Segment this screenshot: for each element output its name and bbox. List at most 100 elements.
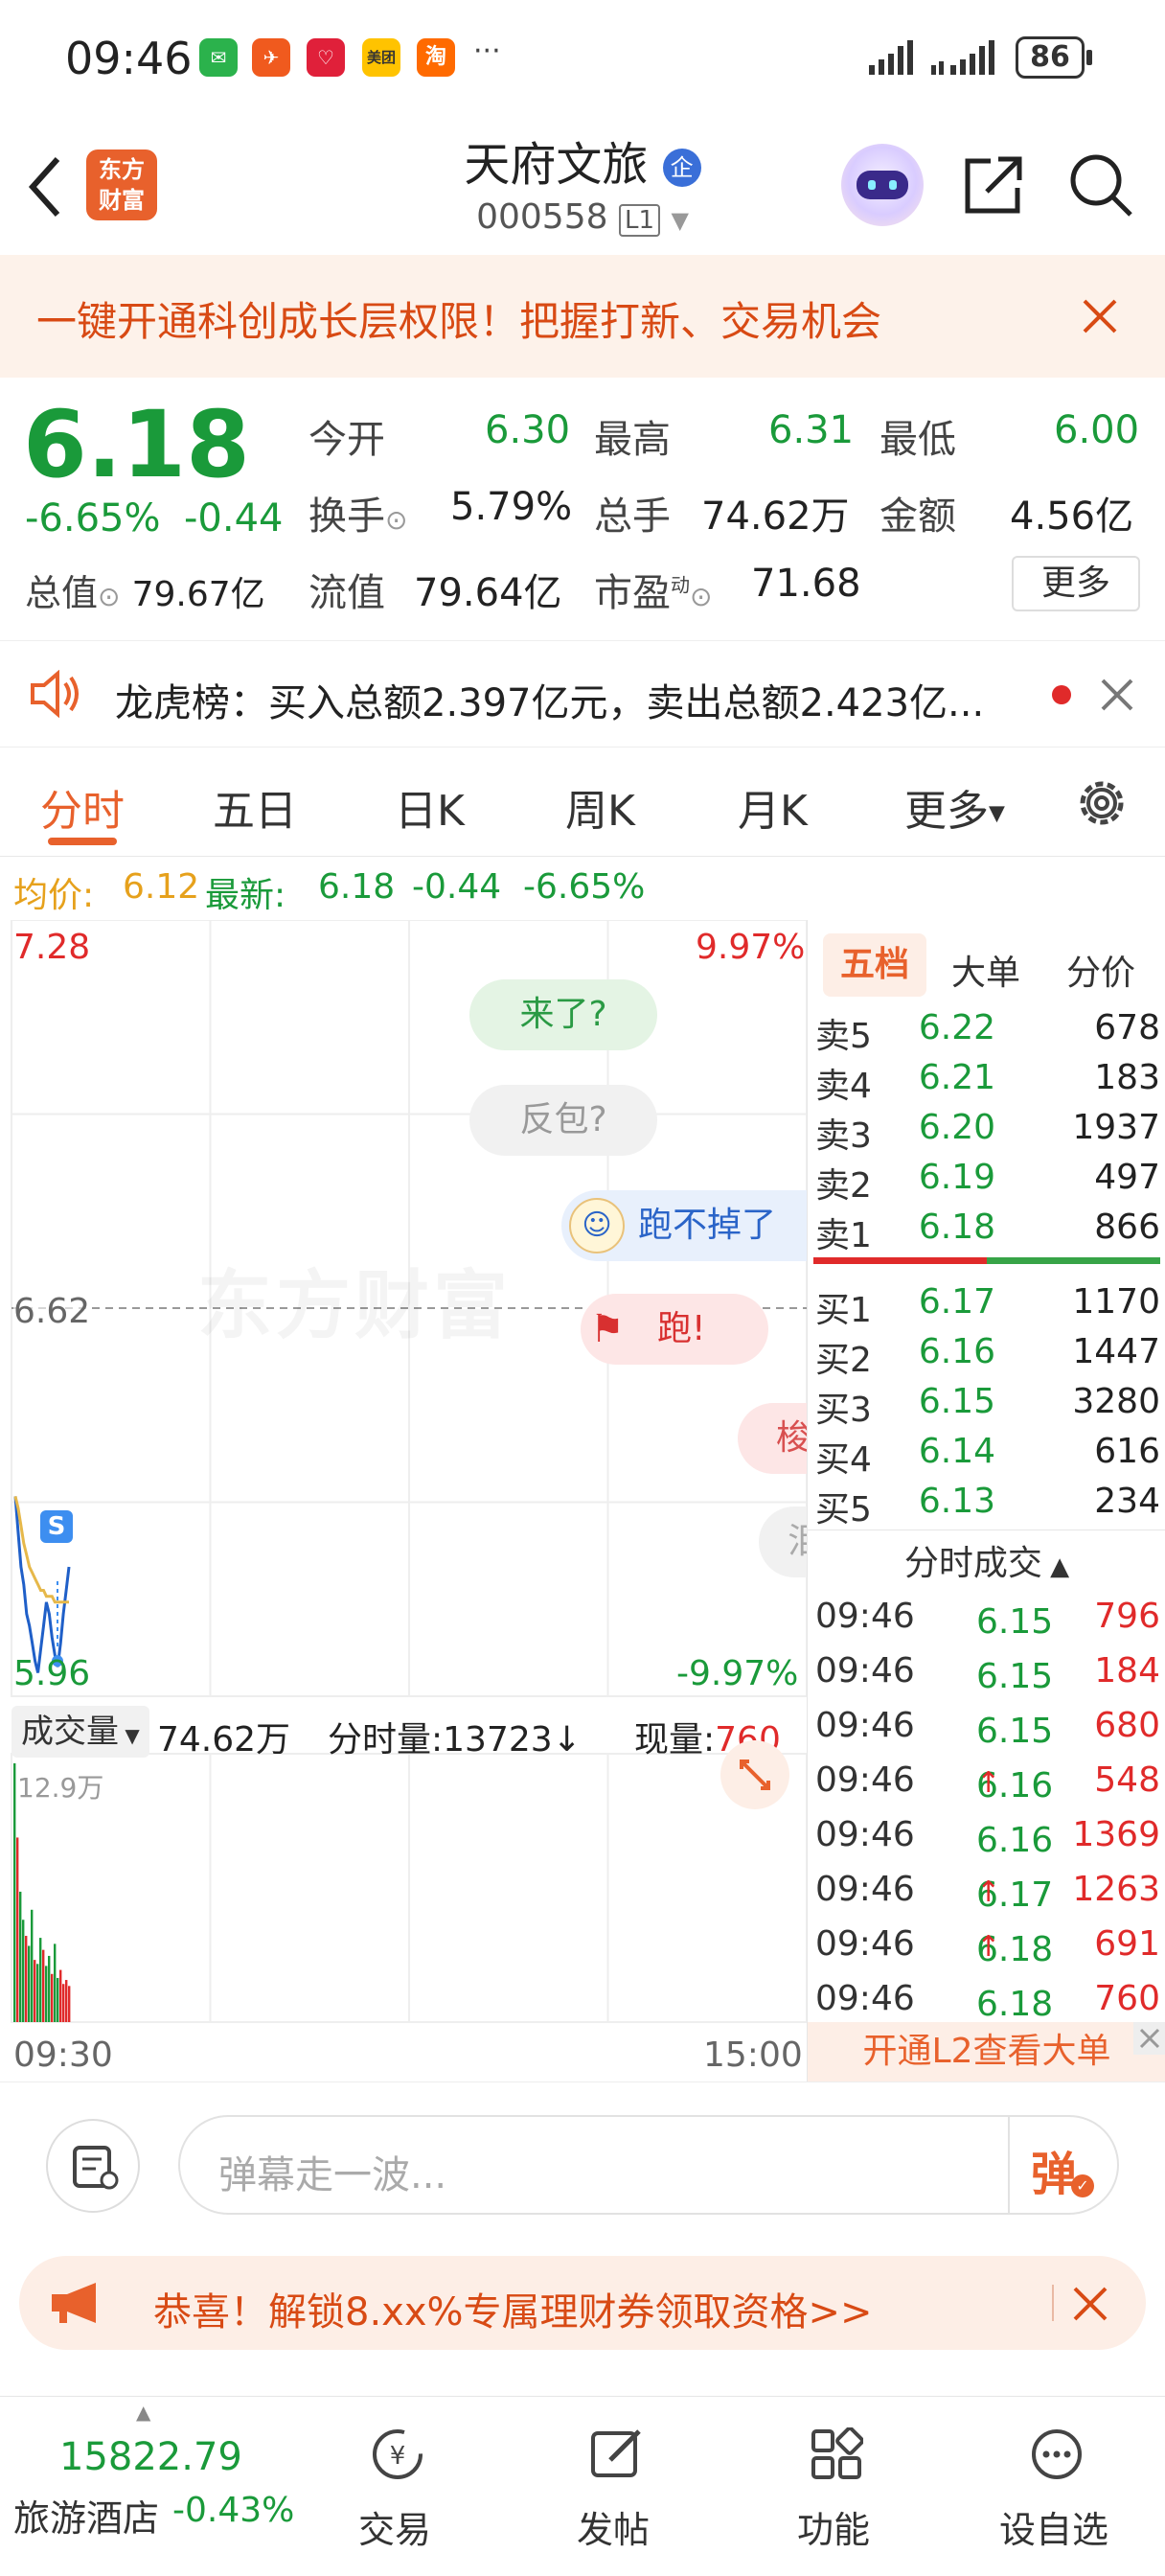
tab-five-day[interactable]: 五日 (213, 776, 297, 838)
danmaku-bubble[interactable]: 反包? (469, 1085, 657, 1156)
signal-icon-2 (931, 40, 994, 75)
gear-icon[interactable] (1073, 774, 1131, 832)
close-icon[interactable] (1071, 2285, 1109, 2323)
volume-bar (42, 1949, 45, 2022)
expand-icon[interactable] (720, 1740, 789, 1809)
close-icon[interactable] (1133, 2022, 1165, 2055)
tick-time: 09:46 (815, 1760, 915, 1800)
latest-label: 最新: (205, 876, 286, 915)
tab-level5[interactable]: 五档 (823, 933, 926, 997)
danmaku-bubble[interactable]: 跑不掉了 ☺ (561, 1190, 807, 1261)
tick-time: 09:46 (815, 1924, 915, 1964)
grid-icon (811, 2427, 863, 2479)
orderbook-price: 6.15 (918, 1382, 995, 1421)
intraday-chart[interactable]: 7.28 9.97% 6.62 5.96 -9.97% 东方财富 来了? 反包?… (0, 920, 807, 2080)
orderbook-row[interactable]: 卖3 6.20 1937 (808, 1104, 1165, 1156)
level-badge[interactable]: L1 (618, 204, 660, 237)
info-icon[interactable]: ⊙ (98, 581, 120, 612)
tick-row: 09:46 6.17 ↑ 1263 (815, 1870, 1160, 1915)
tick-volume: 1263 (1072, 1870, 1160, 1909)
change-amount: -0.44 (184, 496, 284, 540)
chart-tabs: 分时 五日 日K 周K 月K 更多▼ (0, 749, 1165, 857)
volume-selector[interactable]: 成交量 ▼ (11, 1706, 149, 1758)
index-pct: -0.43% (172, 2491, 295, 2530)
tab-intraday[interactable]: 分时 (40, 776, 125, 838)
lhb-notice[interactable]: 龙虎榜：买入总额2.397亿元，卖出总额2.423亿... (0, 640, 1165, 748)
orderbook-level-label: 买1 (815, 1291, 872, 1330)
orderbook-volume: 616 (1094, 1432, 1160, 1471)
orderbook-row[interactable]: 买1 6.17 1170 (808, 1278, 1165, 1330)
avg-label: 均价: (13, 876, 95, 915)
info-icon[interactable]: ⊙ (385, 504, 407, 536)
volume-max-label: 12.9万 (17, 1772, 104, 1804)
collapse-icon[interactable]: ▲ (1042, 1552, 1069, 1581)
more-button[interactable]: 更多 (1012, 556, 1140, 611)
tab-more[interactable]: 更多▼ (904, 776, 1005, 838)
danmaku-settings-icon[interactable] (46, 2119, 140, 2213)
latest-value: 6.18 (318, 867, 396, 907)
last-price: 6.18 (23, 391, 250, 498)
close-icon[interactable] (1081, 297, 1119, 335)
volume-bar (39, 1938, 42, 2022)
tick-row: 09:46 6.16 ↑ 548 (815, 1760, 1160, 1806)
tick-volume: 680 (1094, 1706, 1160, 1745)
chevron-up-icon: ▲ (136, 2401, 151, 2424)
search-icon[interactable] (1067, 151, 1134, 218)
orderbook-row[interactable]: 卖5 6.22 678 (808, 1004, 1165, 1056)
pct-max-label: 9.97% (696, 928, 806, 967)
orderbook-row[interactable]: 买5 6.13 234 (808, 1478, 1165, 1530)
tick-time: 09:46 (815, 1979, 915, 2018)
open-value: 6.30 (485, 408, 571, 452)
l2-upgrade-link[interactable]: 开通L2查看大单 (808, 2022, 1165, 2082)
post-button[interactable]: 发帖 (537, 2397, 690, 2569)
tab-daily-k[interactable]: 日K (395, 776, 465, 838)
orderbook-row[interactable]: 卖1 6.18 866 (808, 1204, 1165, 1255)
change-pct: -6.65% (25, 496, 161, 540)
more-circle-icon (1032, 2429, 1082, 2479)
danmaku-bubble[interactable]: 梭 (738, 1403, 807, 1474)
share-icon[interactable] (962, 151, 1025, 218)
orderbook-price: 6.18 (918, 1208, 995, 1247)
quote-panel: 6.18 -6.65% -0.44 总值⊙ 79.67亿 今开 6.30 最高 … (23, 391, 1140, 615)
trade-button[interactable]: ¥ 交易 (318, 2397, 471, 2569)
tab-price-dist[interactable]: 分价 (1066, 945, 1135, 995)
tab-big-order[interactable]: 大单 (951, 945, 1020, 995)
orderbook-row[interactable]: 买2 6.16 1447 (808, 1328, 1165, 1380)
index-ticker[interactable]: ▲ 15822.79 旅游酒店 -0.43% (0, 2397, 326, 2569)
dropdown-icon[interactable]: ▼ (671, 207, 688, 234)
robot-assistant-icon[interactable] (841, 144, 924, 226)
orderbook-row[interactable]: 卖2 6.19 497 (808, 1154, 1165, 1206)
promo-banner[interactable]: 一键开通科创成长层权限！把握打新、交易机会 (0, 255, 1165, 378)
status-time: 09:46 (65, 33, 193, 84)
danmaku-bubble[interactable]: 跑! ⚑ (581, 1294, 768, 1365)
avg-line-info: 均价: 6.12 最新: 6.18 -0.44 -6.65% (0, 858, 1165, 917)
orderbook-volume: 234 (1094, 1482, 1160, 1521)
orderbook-level-label: 卖3 (815, 1116, 872, 1156)
minute-vol-value: 13723↓ (443, 1720, 582, 1760)
volume-value: 74.62万 (701, 494, 850, 539)
close-icon[interactable] (1100, 678, 1134, 712)
info-icon[interactable]: ⊙ (690, 581, 712, 612)
orderbook-price: 6.13 (918, 1482, 995, 1521)
orderbook-row[interactable]: 买4 6.14 616 (808, 1428, 1165, 1480)
latest-pct: -6.65% (523, 867, 646, 907)
danmaku-bubble[interactable]: 来了? (469, 979, 657, 1050)
s-marker[interactable]: S (40, 1510, 73, 1543)
orderbook-level-label: 卖4 (815, 1067, 872, 1106)
danmaku-send-button[interactable]: 弹 (1031, 2136, 1077, 2203)
orderbook-row[interactable]: 卖4 6.21 183 (808, 1054, 1165, 1106)
time-start-label: 09:30 (13, 2036, 113, 2075)
tick-time: 09:46 (815, 1597, 915, 1636)
add-watchlist-button[interactable]: 设自选 (977, 2397, 1131, 2569)
orderbook-row[interactable]: 买3 6.15 3280 (808, 1378, 1165, 1430)
danmaku-input[interactable]: 弹幕走一波... 弹 ✓ (178, 2115, 1119, 2215)
tick-row: 09:46 6.18 ↑ 691 (815, 1924, 1160, 1969)
orderbook-volume: 1937 (1072, 1108, 1160, 1147)
stock-name: 天府文旅 (464, 138, 649, 192)
orderbook-level-label: 买2 (815, 1341, 872, 1380)
tab-weekly-k[interactable]: 周K (565, 776, 635, 838)
functions-button[interactable]: 功能 (757, 2397, 910, 2569)
tick-row: 09:46 6.15 680 (815, 1706, 1160, 1751)
tab-monthly-k[interactable]: 月K (738, 776, 808, 838)
finance-promo[interactable]: 恭喜！解锁8.xx%专属理财券领取资格>> (19, 2256, 1146, 2350)
